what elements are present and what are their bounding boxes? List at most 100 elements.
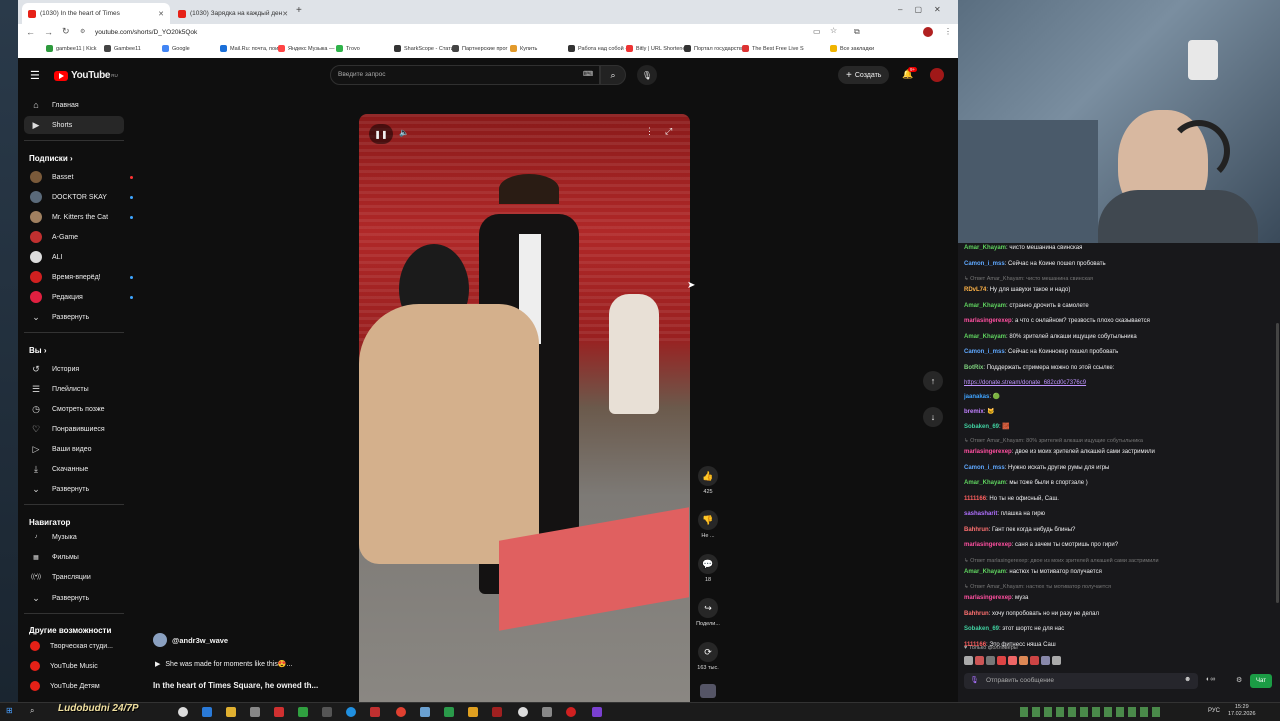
pause-button[interactable]: ❚❚ bbox=[369, 124, 393, 144]
emote-icon[interactable] bbox=[997, 656, 1006, 665]
tab-active[interactable]: (1030) In the heart of Times ✕ bbox=[22, 3, 170, 24]
sidebar-item-subscription[interactable]: ALI bbox=[24, 248, 124, 266]
channel-row[interactable]: @andr3w_wave bbox=[153, 633, 228, 647]
bookmark-item[interactable]: gambee11 | Kick bbox=[46, 45, 96, 52]
sidebar-item-subscription[interactable]: A-Game bbox=[24, 228, 124, 246]
bookmark-item[interactable]: The Best Free Live S bbox=[742, 45, 804, 52]
app-icon[interactable] bbox=[420, 707, 430, 717]
sidebar-item-navigator[interactable]: ▦ Фильмы bbox=[24, 548, 124, 566]
chat-username[interactable]: Amar_Khayam bbox=[964, 303, 1006, 309]
microphone-icon[interactable]: 🎙 bbox=[970, 676, 979, 684]
dislike-button[interactable]: 👎 Не ... bbox=[696, 510, 720, 539]
sidebar-item-you[interactable]: ↺ История bbox=[24, 360, 124, 378]
chat-username[interactable]: Amar_Khayam bbox=[964, 245, 1006, 251]
chat-send-button[interactable]: Чат bbox=[1250, 674, 1272, 688]
sidebar-item-other[interactable]: YouTube Детям bbox=[24, 677, 124, 695]
chat-username[interactable]: jaanakas bbox=[964, 394, 989, 400]
sidebar-item-home[interactable]: ⌂ Главная bbox=[24, 96, 124, 114]
reload-icon[interactable]: ↻ bbox=[62, 26, 70, 37]
sidebar-item-subscription[interactable]: Редакция bbox=[24, 288, 124, 306]
search-button[interactable]: ⌕ bbox=[600, 65, 626, 85]
create-button[interactable]: + Создать bbox=[838, 66, 890, 84]
app-icon[interactable] bbox=[542, 707, 552, 717]
chat-username[interactable]: marlasingerexep bbox=[964, 595, 1012, 601]
emote-icon[interactable] bbox=[1030, 656, 1039, 665]
app-icon[interactable] bbox=[444, 707, 454, 717]
chat-input[interactable]: 🎙 Отправить сообщение ☻ bbox=[964, 673, 1198, 689]
sound-row[interactable]: ▶ She was made for moments like this😍... bbox=[155, 660, 292, 668]
emote-icon[interactable] bbox=[1008, 656, 1017, 665]
bookmark-item[interactable]: Портал государств bbox=[684, 45, 742, 52]
system-tray[interactable] bbox=[1020, 707, 1160, 717]
chat-username[interactable]: marlasingerexep bbox=[964, 449, 1012, 455]
sidebar-item-you[interactable]: ▷ Ваши видео bbox=[24, 440, 124, 458]
remix-button[interactable]: ⟳ 163 тыс. bbox=[696, 642, 720, 671]
chat-username[interactable]: 1111166 bbox=[964, 642, 986, 648]
fullscreen-icon[interactable]: ⤢ bbox=[665, 126, 672, 137]
chat-username[interactable]: Amar_Khayam bbox=[964, 334, 1006, 340]
sidebar-item-you[interactable]: ☰ Плейлисты bbox=[24, 380, 124, 398]
share-button[interactable]: ↪ Подели... bbox=[696, 598, 720, 627]
chat-username[interactable]: Amar_Khayam bbox=[964, 569, 1006, 575]
app-icon[interactable] bbox=[178, 707, 188, 717]
emote-icon[interactable] bbox=[1019, 656, 1028, 665]
app-icon[interactable] bbox=[202, 707, 212, 717]
tab-inactive[interactable]: (1030) Зарядка на каждый ден ✕ bbox=[172, 3, 290, 24]
expand-subscriptions[interactable]: ⌄ Развернуть bbox=[24, 308, 124, 326]
you-heading[interactable]: Вы › bbox=[29, 346, 47, 355]
menu-icon[interactable]: ⋮ bbox=[944, 27, 952, 36]
emote-icon[interactable] bbox=[1052, 656, 1061, 665]
chat-scrollbar[interactable] bbox=[1276, 323, 1279, 603]
sound-thumbnail[interactable] bbox=[700, 684, 716, 698]
emote-icon[interactable] bbox=[975, 656, 984, 665]
language-indicator[interactable]: РУС bbox=[1208, 708, 1220, 714]
app-icon[interactable] bbox=[592, 707, 602, 717]
close-tab-icon[interactable]: ✕ bbox=[282, 10, 288, 18]
windows-start-icon[interactable]: ⊞ bbox=[6, 706, 13, 715]
chat-username[interactable]: marlasingerexep bbox=[964, 542, 1012, 548]
chat-username[interactable]: bremix bbox=[964, 409, 984, 415]
folder-icon[interactable] bbox=[226, 707, 236, 717]
short-title[interactable]: In the heart of Times Square, he owned t… bbox=[153, 681, 318, 690]
cast-icon[interactable]: ▭ bbox=[813, 27, 821, 36]
bookmark-item[interactable]: Google bbox=[162, 45, 190, 52]
short-video-player[interactable]: ❚❚ 🔈 ⋮ ⤢ bbox=[359, 114, 690, 702]
back-icon[interactable]: ← bbox=[26, 27, 35, 37]
next-short-button[interactable]: ↓ bbox=[923, 407, 943, 427]
expand-you[interactable]: ⌄ Развернуть bbox=[24, 480, 124, 498]
bookmark-item[interactable]: Купить bbox=[510, 45, 537, 52]
volume-icon[interactable]: 🔈 bbox=[399, 128, 409, 137]
chat-username[interactable]: Bahhrun bbox=[964, 527, 989, 533]
extensions-icon[interactable]: ⧉ bbox=[854, 27, 860, 37]
subscriptions-heading[interactable]: Подписки › bbox=[29, 154, 73, 163]
bookmark-item[interactable]: Mail.Ru: почта, поис bbox=[220, 45, 281, 52]
bookmark-star-icon[interactable]: ☆ bbox=[830, 26, 837, 35]
new-tab-button[interactable]: + bbox=[296, 5, 302, 16]
bookmark-item[interactable]: Работа над собой - bbox=[568, 45, 627, 52]
bookmark-item[interactable]: Все закладки bbox=[830, 45, 874, 52]
bookmark-item[interactable]: Партнерские прог bbox=[452, 45, 508, 52]
voice-search-button[interactable]: 🎙 bbox=[637, 65, 657, 85]
sidebar-item-subscription[interactable]: DOCKTOR SKAY bbox=[24, 188, 124, 206]
app-icon[interactable] bbox=[566, 707, 576, 717]
expand-navigator[interactable]: ⌄ Развернуть bbox=[24, 589, 124, 607]
chat-username[interactable]: sashasharit bbox=[964, 511, 997, 517]
bookmark-item[interactable]: Trovo bbox=[336, 45, 360, 52]
app-icon[interactable] bbox=[468, 707, 478, 717]
sidebar-item-other[interactable]: Творческая студи... bbox=[24, 637, 124, 655]
comments-button[interactable]: 💬 18 bbox=[696, 554, 720, 583]
hamburger-menu-icon[interactable]: ☰ bbox=[30, 69, 40, 82]
channel-handle[interactable]: @andr3w_wave bbox=[172, 636, 228, 645]
sidebar-item-you[interactable]: ♡ Понравившиеся bbox=[24, 420, 124, 438]
search-icon[interactable]: ⌕ bbox=[30, 706, 34, 716]
youtube-logo[interactable]: YouTube RU bbox=[54, 70, 118, 81]
forward-icon[interactable]: → bbox=[44, 27, 53, 37]
more-options-icon[interactable]: ⋮ bbox=[645, 126, 654, 137]
chat-username[interactable]: marlasingerexep bbox=[964, 318, 1012, 324]
account-avatar[interactable] bbox=[930, 68, 944, 82]
emote-icon[interactable] bbox=[964, 656, 973, 665]
chat-username[interactable]: Sobaken_69 bbox=[964, 626, 999, 632]
sidebar-item-subscription[interactable]: Время-вперёд! bbox=[24, 268, 124, 286]
sidebar-item-navigator[interactable]: ((•)) Трансляции bbox=[24, 568, 124, 586]
chat-username[interactable]: BotRix bbox=[964, 365, 983, 371]
